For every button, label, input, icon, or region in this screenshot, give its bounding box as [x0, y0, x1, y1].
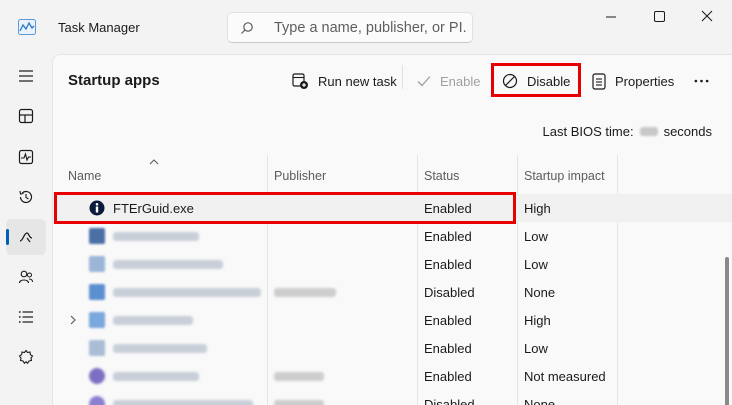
sidebar: [0, 54, 52, 405]
redacted-name: [113, 316, 193, 325]
properties-button[interactable]: Properties: [592, 67, 674, 95]
row-impact: Not measured: [524, 369, 606, 384]
search-input[interactable]: Type a name, publisher, or PI...: [227, 12, 473, 43]
sidebar-item-startup-apps[interactable]: [6, 219, 46, 255]
table-row[interactable]: Enabled Low: [53, 334, 732, 362]
sidebar-item-app-history[interactable]: [6, 179, 46, 215]
startup-apps-icon: [19, 232, 33, 243]
properties-icon: [592, 72, 606, 90]
minimize-button[interactable]: [588, 6, 634, 28]
app-icon: [89, 396, 105, 405]
sort-ascending-icon: [149, 159, 159, 165]
redacted-name: [113, 232, 199, 241]
bios-value-redacted: [639, 127, 658, 136]
startup-apps-panel: Startup apps Run new task Enable Disable: [52, 54, 732, 405]
table-row[interactable]: Enabled Not measured: [53, 362, 732, 390]
table-row[interactable]: Enabled Low: [53, 222, 732, 250]
row-status: Enabled: [424, 313, 472, 328]
sidebar-item-services[interactable]: [6, 339, 46, 375]
redacted-name: [113, 344, 207, 353]
redacted-publisher: [274, 288, 336, 297]
redacted-name: [113, 400, 253, 405]
enable-label: Enable: [440, 73, 481, 89]
column-header-status[interactable]: Status: [424, 169, 459, 183]
row-impact: None: [524, 397, 556, 405]
processes-icon: [18, 108, 34, 124]
redacted-publisher: [274, 372, 324, 381]
row-status: Enabled: [424, 341, 472, 356]
app-icon: [89, 312, 105, 328]
title-bar: Task Manager Type a name, publisher, or …: [0, 0, 732, 54]
row-impact: Low: [524, 257, 548, 272]
app-icon: [89, 256, 105, 272]
users-icon: [18, 270, 33, 284]
row-impact: High: [524, 201, 551, 216]
table-row[interactable]: Enabled Low: [53, 250, 732, 278]
disable-highlight-box: [491, 63, 581, 97]
sidebar-item-users[interactable]: [6, 259, 46, 295]
row-status: Enabled: [424, 257, 472, 272]
app-icon: [89, 228, 105, 244]
redacted-name: [113, 260, 223, 269]
run-new-task-button[interactable]: Run new task: [292, 67, 397, 95]
services-icon: [18, 349, 34, 365]
bios-unit: seconds: [663, 124, 712, 139]
row-impact: High: [524, 313, 551, 328]
table-row[interactable]: Disabled None: [53, 278, 732, 306]
page-title: Startup apps: [68, 72, 160, 89]
search-placeholder: Type a name, publisher, or PI...: [274, 20, 468, 36]
properties-label: Properties: [615, 73, 675, 89]
table-row[interactable]: Disabled None: [53, 390, 732, 405]
row-impact: Low: [524, 229, 548, 244]
chevron-right-icon[interactable]: [69, 315, 77, 325]
scrollbar-thumb[interactable]: [725, 257, 729, 405]
last-bios-time: Last BIOS time: seconds: [543, 124, 712, 139]
row-impact: Low: [524, 341, 548, 356]
performance-icon: [18, 149, 34, 165]
app-history-icon: [19, 190, 33, 204]
app-title: Task Manager: [58, 20, 140, 35]
task-manager-app-icon: [18, 19, 36, 35]
active-indicator: [6, 229, 9, 245]
row-status: Disabled: [424, 285, 475, 300]
column-header-startup-impact[interactable]: Startup impact: [524, 169, 605, 183]
more-options-button[interactable]: [694, 67, 718, 95]
run-new-task-icon: [292, 72, 308, 89]
checkmark-icon: [417, 76, 431, 87]
maximize-button[interactable]: [636, 6, 682, 28]
column-header-publisher[interactable]: Publisher: [274, 169, 326, 183]
more-icon: [694, 79, 709, 83]
bios-label: Last BIOS time:: [542, 124, 634, 139]
vertical-scrollbar[interactable]: [723, 189, 731, 405]
app-icon: [89, 284, 105, 300]
table-row[interactable]: Enabled High: [53, 306, 732, 334]
selected-row-highlight-box: [54, 192, 516, 224]
hamburger-icon: [19, 70, 33, 82]
row-status: Enabled: [424, 369, 472, 384]
sidebar-item-details[interactable]: [6, 299, 46, 335]
app-icon: [89, 340, 105, 356]
row-status: Disabled: [424, 397, 475, 405]
enable-button[interactable]: Enable: [417, 67, 480, 95]
search-icon: [241, 22, 253, 34]
row-impact: None: [524, 285, 556, 300]
redacted-name: [113, 372, 199, 381]
column-header-name[interactable]: Name: [68, 169, 101, 183]
redacted-name: [113, 288, 261, 297]
sidebar-item-performance[interactable]: [6, 139, 46, 175]
row-status: Enabled: [424, 229, 472, 244]
close-button[interactable]: [684, 6, 730, 28]
hamburger-menu-button[interactable]: [6, 58, 46, 94]
details-icon: [18, 311, 33, 323]
toolbar-divider: [402, 65, 403, 89]
redacted-publisher: [274, 400, 324, 405]
app-icon: [89, 368, 105, 384]
run-new-task-label: Run new task: [318, 73, 397, 89]
sidebar-item-processes[interactable]: [6, 98, 46, 134]
